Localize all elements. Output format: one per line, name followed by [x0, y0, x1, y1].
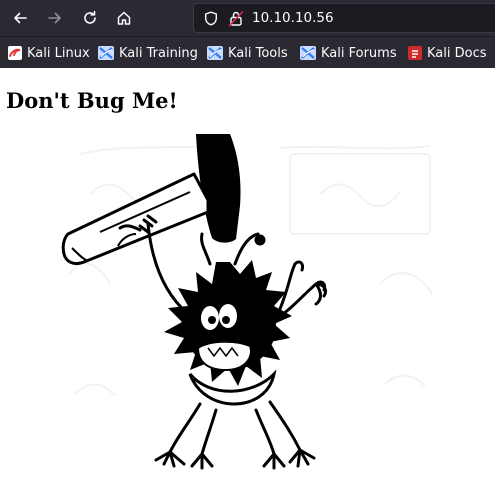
kali-tools-icon — [207, 46, 223, 60]
kali-forums-icon — [300, 46, 316, 60]
bookmark-label: Kali Linux — [27, 45, 90, 61]
forward-arrow-icon — [48, 12, 61, 24]
page-heading: Don't Bug Me! — [6, 88, 178, 113]
home-button[interactable] — [110, 4, 138, 32]
bookmark-label: Kali Training — [119, 45, 198, 61]
browser-chrome: 10.10.10.56 Kali Linux Kali Training Kal… — [0, 0, 495, 68]
bug-body — [164, 260, 292, 406]
bookmark-label: Kali Docs — [427, 45, 487, 61]
url-text[interactable]: 10.10.10.56 — [252, 10, 334, 26]
kali-docs-icon — [408, 46, 422, 60]
reload-button[interactable] — [76, 4, 104, 32]
bug-legs — [154, 400, 316, 470]
page-content: Don't Bug Me! — [0, 68, 495, 500]
bookmark-label: Kali Tools — [228, 45, 288, 61]
bug-with-hammer-image — [61, 134, 433, 470]
bookmarks-toolbar: Kali Linux Kali Training Kali Tools Kali… — [0, 36, 495, 68]
reload-icon — [84, 10, 96, 24]
bookmark-kali-tools[interactable]: Kali Tools — [207, 43, 288, 63]
bookmark-label: Kali Forums — [321, 45, 397, 61]
shield-icon[interactable] — [204, 11, 218, 26]
bookmark-kali-docs[interactable]: Kali Docs — [408, 43, 487, 63]
address-bar[interactable]: 10.10.10.56 — [193, 3, 495, 33]
bookmark-kali-training[interactable]: Kali Training — [98, 43, 198, 63]
navigation-toolbar: 10.10.10.56 — [0, 0, 495, 36]
home-icon — [117, 11, 131, 25]
forward-button[interactable] — [41, 4, 69, 32]
insecure-lock-icon[interactable] — [228, 10, 244, 27]
bookmark-kali-forums[interactable]: Kali Forums — [300, 43, 397, 63]
back-arrow-icon — [14, 12, 27, 24]
kali-training-icon — [98, 46, 114, 60]
kali-linux-icon — [8, 46, 22, 60]
back-button[interactable] — [6, 4, 34, 32]
bookmark-kali-linux[interactable]: Kali Linux — [8, 43, 90, 63]
